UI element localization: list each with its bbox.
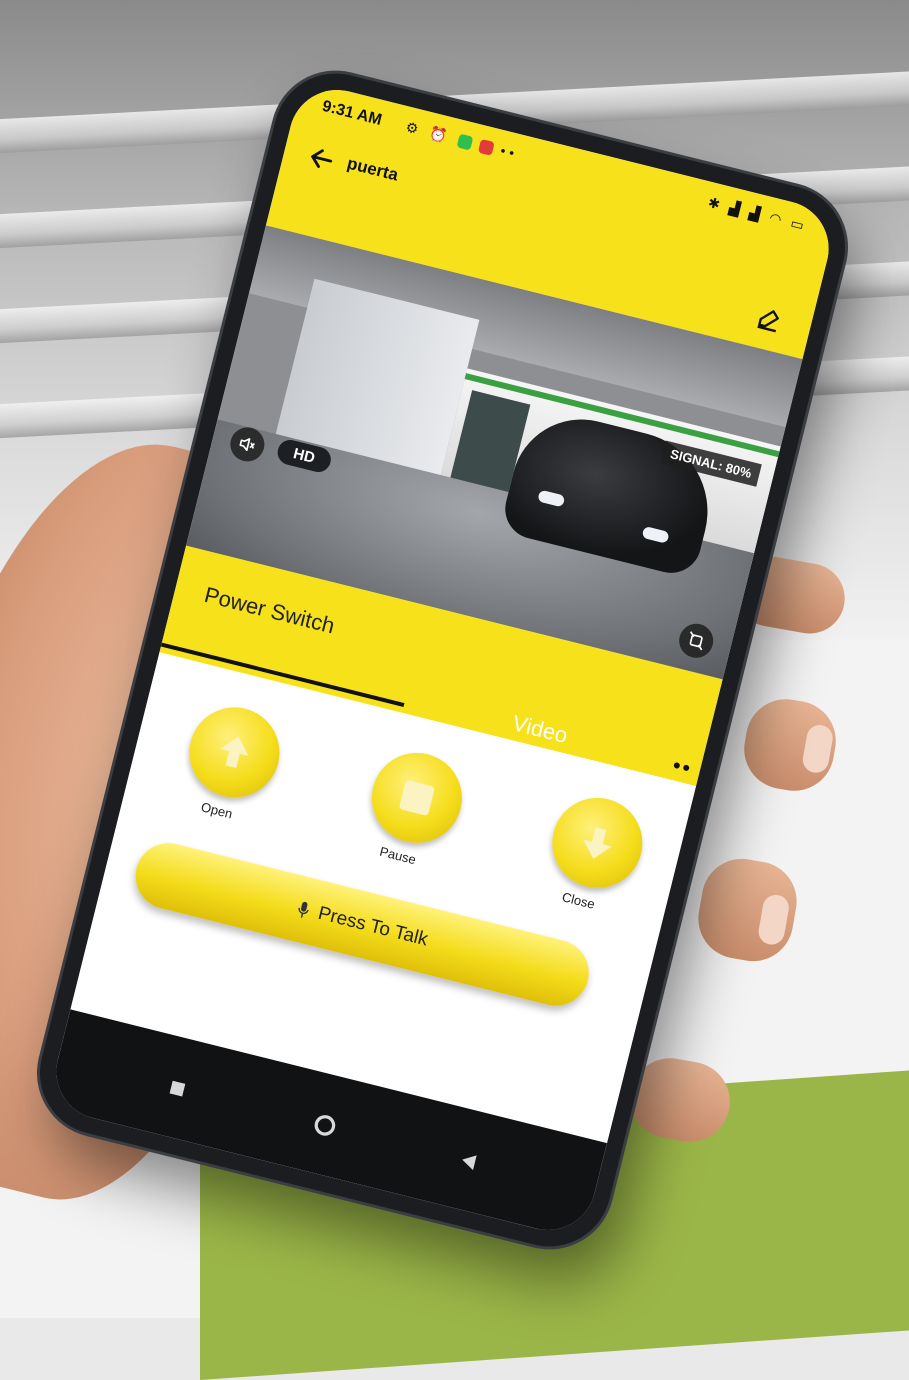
signal-icon: ▟ [747, 204, 765, 224]
speaker-icon [239, 438, 255, 452]
recent-apps-icon[interactable] [162, 1073, 194, 1105]
arrow-left-icon[interactable] [305, 142, 339, 176]
arrow-down-icon [583, 827, 612, 859]
status-time: 9:31 AM [320, 97, 384, 129]
record-icon [477, 139, 495, 157]
home-icon[interactable] [309, 1110, 341, 1142]
fingernail [800, 722, 835, 775]
rotate-screen-icon [689, 631, 703, 651]
close-label: Close [560, 889, 597, 912]
whatsapp-icon [456, 133, 474, 151]
microphone-icon [298, 901, 310, 918]
status-icons-left: ⚙ ⏰ •• [404, 119, 520, 163]
press-to-talk-button[interactable]: Press To Talk [128, 836, 596, 1013]
more-dots-icon: •• [498, 142, 520, 162]
battery-icon: ▭ [789, 214, 809, 234]
back-triangle-icon[interactable] [453, 1145, 485, 1177]
status-icons-right: ✱ ▟ ▟ ◠ ▭ [706, 193, 809, 235]
more-tabs-icon[interactable]: •• [670, 752, 695, 782]
press-to-talk-label: Press To Talk [315, 902, 430, 951]
app-title: puerta [345, 153, 401, 185]
fingernail [756, 892, 791, 947]
open-button[interactable] [179, 697, 290, 807]
open-label: Open [199, 799, 235, 822]
signal-icon: ▟ [727, 199, 745, 219]
pause-label: Pause [378, 843, 418, 868]
arrow-up-icon [220, 736, 249, 768]
pause-button[interactable] [362, 743, 472, 853]
stop-square-icon [398, 779, 436, 817]
tab-power-switch[interactable]: Power Switch [202, 582, 337, 639]
alarm-icon: ⏰ [427, 124, 453, 146]
edit-pencil-icon[interactable] [752, 303, 786, 337]
wifi-icon: ◠ [767, 209, 787, 229]
close-button[interactable] [542, 788, 652, 898]
settings-icon: ⚙ [404, 118, 425, 139]
bluetooth-icon: ✱ [706, 193, 725, 214]
